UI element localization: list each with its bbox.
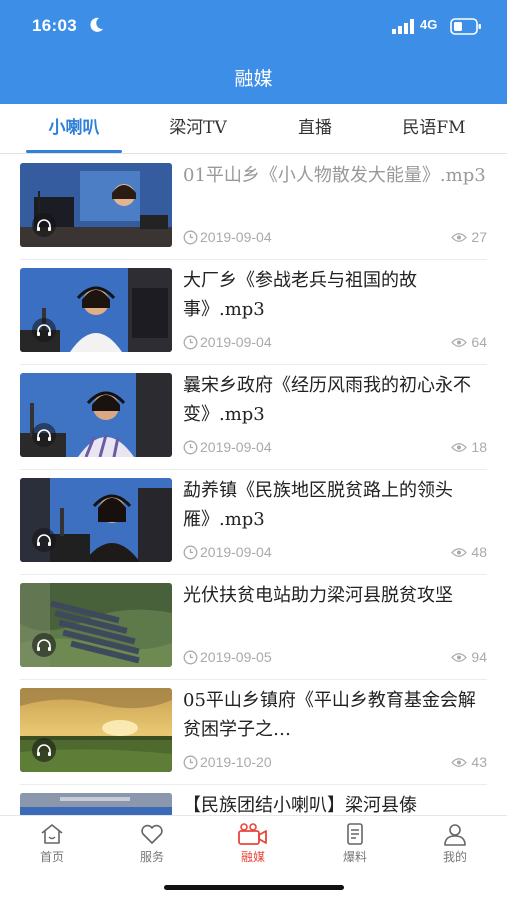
page-title: 融媒 (234, 68, 273, 90)
article-thumbnail (20, 268, 172, 352)
tab-live[interactable]: 直播 (265, 104, 365, 152)
article-title[interactable]: 01平山乡《小人物散发大能量》.mp3 (183, 161, 488, 190)
article-list[interactable]: 01平山乡《小人物散发大能量》.mp3 2019-09-04 27 大厂乡《参战… (0, 155, 507, 815)
article-meta: 2019-09-04 48 (183, 544, 487, 562)
nav-label: 融媒 (240, 850, 265, 864)
home-icon (41, 824, 63, 844)
article-date: 2019-09-04 (200, 544, 272, 560)
active-tab-indicator (26, 150, 122, 153)
clock-icon (183, 545, 198, 560)
article-thumbnail (20, 478, 172, 562)
eye-icon (451, 443, 467, 452)
tab-xiao-laba[interactable]: 小喇叭 (24, 104, 124, 152)
nav-media[interactable]: 融媒 (213, 822, 293, 872)
view-count: 43 (471, 754, 487, 770)
list-item[interactable]: 【民族团结小喇叭】梁河县傣 (0, 785, 507, 815)
battery-icon (450, 18, 481, 35)
article-date: 2019-09-04 (200, 334, 272, 350)
clock-icon (183, 335, 198, 350)
clock-icon (183, 650, 198, 665)
article-thumbnail (20, 688, 172, 772)
article-meta: 2019-09-04 18 (183, 439, 487, 457)
article-title[interactable]: 【民族团结小喇叭】梁河县傣 (183, 791, 488, 815)
nav-label: 我的 (442, 850, 467, 864)
person-icon (444, 824, 466, 846)
list-item[interactable]: 光伏扶贫电站助力梁河县脱贫攻坚 2019-09-05 94 (0, 575, 507, 680)
clock-icon (183, 230, 198, 245)
list-item[interactable]: 05平山乡镇府《平山乡教育基金会解贫困学子之… 2019-10-20 43 (0, 680, 507, 785)
video-camera-icon (238, 823, 267, 845)
article-thumbnail (20, 163, 172, 247)
heart-icon (141, 824, 163, 844)
article-meta: 2019-09-04 64 (183, 334, 487, 352)
view-count: 48 (471, 544, 487, 560)
tab-minyu-fm[interactable]: 民语FM (384, 104, 484, 152)
nav-service[interactable]: 服务 (112, 822, 192, 872)
list-item[interactable]: 01平山乡《小人物散发大能量》.mp3 2019-09-04 27 (0, 155, 507, 260)
status-bar: 16:03 4G (0, 14, 507, 40)
article-date: 2019-09-04 (200, 439, 272, 455)
eye-icon (451, 548, 467, 557)
article-meta: 2019-10-20 43 (183, 754, 487, 772)
view-count: 64 (471, 334, 487, 350)
view-count: 18 (471, 439, 487, 455)
nav-label: 首页 (39, 850, 64, 864)
nav-label: 服务 (139, 850, 164, 864)
audio-play-icon[interactable] (32, 633, 56, 657)
nav-report[interactable]: 爆料 (315, 822, 395, 872)
document-icon (347, 823, 363, 845)
audio-play-icon[interactable] (32, 318, 56, 342)
eye-icon (451, 338, 467, 347)
view-count: 94 (471, 649, 487, 665)
audio-play-icon[interactable] (32, 738, 56, 762)
nav-label: 爆料 (342, 850, 367, 864)
article-title[interactable]: 05平山乡镇府《平山乡教育基金会解贫困学子之… (183, 686, 488, 744)
list-item[interactable]: 勐养镇《民族地区脱贫路上的领头雁》.mp3 2019-09-04 48 (0, 470, 507, 575)
clock-icon (183, 755, 198, 770)
article-date: 2019-09-05 (200, 649, 272, 665)
signal-icon (392, 19, 414, 34)
network-type: 4G (420, 17, 438, 32)
tab-lianghe-tv[interactable]: 梁河TV (148, 104, 248, 152)
list-item[interactable]: 大厂乡《参战老兵与祖国的故事》.mp3 2019-09-04 64 (0, 260, 507, 365)
article-date: 2019-10-20 (200, 754, 272, 770)
moon-icon (90, 17, 103, 32)
audio-play-icon[interactable] (32, 423, 56, 447)
article-title[interactable]: 勐养镇《民族地区脱贫路上的领头雁》.mp3 (183, 476, 488, 534)
article-title[interactable]: 曩宋乡政府《经历风雨我的初心永不变》.mp3 (183, 371, 488, 429)
nav-home[interactable]: 首页 (12, 822, 92, 872)
status-time: 16:03 (32, 16, 77, 35)
eye-icon (451, 653, 467, 662)
eye-icon (451, 758, 467, 767)
article-meta: 2019-09-05 94 (183, 649, 487, 667)
article-title[interactable]: 大厂乡《参战老兵与祖国的故事》.mp3 (183, 266, 488, 324)
view-count: 27 (471, 229, 487, 245)
category-tabs: 小喇叭 梁河TV 直播 民语FM (0, 104, 507, 154)
eye-icon (451, 233, 467, 242)
article-meta: 2019-09-04 27 (183, 229, 487, 247)
article-title[interactable]: 光伏扶贫电站助力梁河县脱贫攻坚 (183, 581, 488, 610)
nav-mine[interactable]: 我的 (415, 822, 495, 872)
article-date: 2019-09-04 (200, 229, 272, 245)
article-thumbnail (20, 793, 172, 815)
clock-icon (183, 440, 198, 455)
audio-play-icon[interactable] (32, 213, 56, 237)
article-thumbnail (20, 583, 172, 667)
audio-play-icon[interactable] (32, 528, 56, 552)
article-thumbnail (20, 373, 172, 457)
list-item[interactable]: 曩宋乡政府《经历风雨我的初心永不变》.mp3 2019-09-04 18 (0, 365, 507, 470)
home-indicator[interactable] (164, 885, 344, 890)
app-header: 16:03 4G 融媒 (0, 0, 507, 104)
